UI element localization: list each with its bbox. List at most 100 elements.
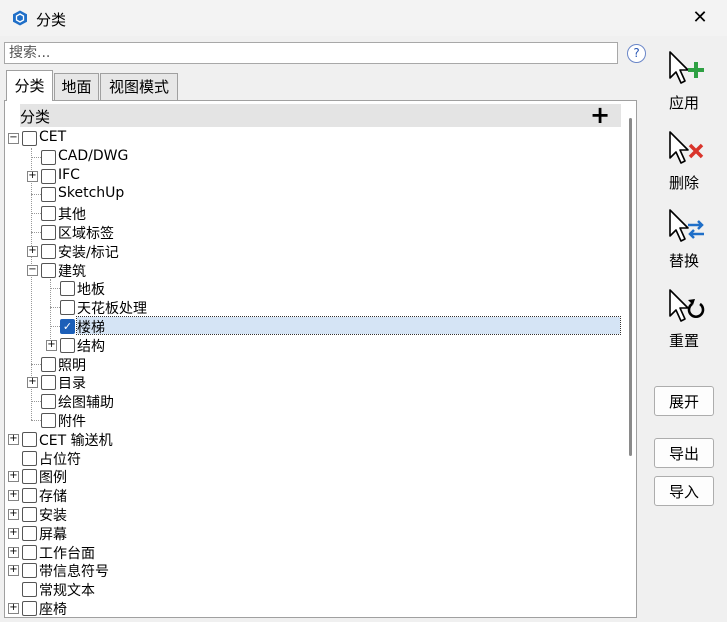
tab-view-mode[interactable]: 视图模式	[100, 73, 178, 100]
collapse-icon[interactable]: −	[27, 265, 38, 276]
tree-row[interactable]: 区域标签	[0, 223, 630, 242]
expand-icon[interactable]: +	[8, 434, 19, 445]
apply-tool[interactable]: 应用	[652, 48, 716, 113]
tab-category[interactable]: 分类	[6, 70, 53, 101]
tree-row[interactable]: SketchUp	[0, 185, 630, 204]
replace-tool[interactable]: 替换	[652, 206, 716, 271]
expand-icon[interactable]: +	[46, 340, 57, 351]
tree-row[interactable]: 占位符	[0, 449, 630, 468]
tree-item-checkbox[interactable]	[22, 601, 37, 616]
tree-row[interactable]: + 屏幕	[0, 524, 630, 543]
expand-button[interactable]: 展开	[654, 386, 714, 416]
tree-row[interactable]: 常规文本	[0, 580, 630, 599]
expand-icon[interactable]: +	[27, 171, 38, 182]
tree-item-checkbox[interactable]	[22, 526, 37, 541]
tab-floor[interactable]: 地面	[54, 73, 99, 100]
tree-row[interactable]: + CET 输送机	[0, 430, 630, 449]
tree-item-checkbox[interactable]	[41, 187, 56, 202]
expand-icon[interactable]: +	[8, 603, 19, 614]
expand-icon[interactable]: +	[8, 509, 19, 520]
tree-row[interactable]: 附件	[0, 411, 630, 430]
help-icon[interactable]: ?	[627, 44, 646, 63]
tree-row[interactable]: 其他	[0, 204, 630, 223]
tree-row[interactable]: − CET	[0, 129, 630, 148]
tree-item-checkbox[interactable]	[41, 206, 56, 221]
collapse-icon[interactable]: −	[8, 133, 19, 144]
tree-row[interactable]: + 带信息符号	[0, 561, 630, 580]
tree-item-label: CET 输送机	[39, 433, 113, 449]
tree-item-checkbox[interactable]	[22, 488, 37, 503]
tree-item-label: 安装	[39, 508, 67, 524]
tree-connector	[50, 326, 60, 327]
tree-item-checkbox[interactable]	[60, 281, 75, 296]
tree-item-checkbox[interactable]	[22, 545, 37, 560]
import-button[interactable]: 导入	[654, 476, 714, 506]
tree-item-checkbox[interactable]	[22, 507, 37, 522]
tree-row[interactable]: + 图例	[0, 467, 630, 486]
tree-item-label: 占位符	[39, 452, 81, 468]
export-button[interactable]: 导出	[654, 438, 714, 468]
tree-connector	[31, 213, 41, 214]
cursor-reset-icon	[669, 289, 705, 322]
tree-item-label: CAD/DWG	[58, 148, 129, 164]
tree-item-checkbox[interactable]	[22, 432, 37, 447]
tree-row[interactable]: ✓ 楼梯	[0, 316, 630, 336]
tree-connector	[31, 420, 41, 421]
expand-icon[interactable]: +	[27, 246, 38, 257]
tree-row[interactable]: + 座椅	[0, 599, 630, 618]
tree-row[interactable]: + 存储	[0, 486, 630, 505]
reset-tool[interactable]: 重置	[652, 286, 716, 351]
tree-row[interactable]: + 结构	[0, 336, 630, 355]
close-icon[interactable]: ✕	[688, 6, 712, 30]
tree-row[interactable]: 天花板处理	[0, 298, 630, 317]
tree-item-checkbox[interactable]	[22, 582, 37, 597]
tree-row[interactable]: + 工作台面	[0, 543, 630, 562]
tree-row[interactable]: + 安装	[0, 505, 630, 524]
tree-connector	[31, 401, 41, 402]
tree-item-checkbox[interactable]	[41, 150, 56, 165]
search-input[interactable]	[4, 42, 618, 64]
expand-icon[interactable]: +	[27, 377, 38, 388]
tree-item-checkbox[interactable]	[41, 263, 56, 278]
tree-connector	[31, 364, 41, 365]
expand-icon[interactable]: +	[8, 547, 19, 558]
tree-row[interactable]: 地板	[0, 279, 630, 298]
tree-row[interactable]: CAD/DWG	[0, 148, 630, 167]
tree-item-label: 绘图辅助	[58, 395, 114, 411]
tree-row[interactable]: − 建筑	[0, 261, 630, 280]
tree-item-label: 座椅	[39, 602, 67, 618]
tree-row[interactable]: 照明	[0, 355, 630, 374]
tree-item-checkbox[interactable]	[41, 357, 56, 372]
tree-row[interactable]: + IFC	[0, 167, 630, 186]
tree-row[interactable]: + 安装/标记	[0, 242, 630, 261]
tree-item-label: 图例	[39, 470, 67, 486]
expand-icon[interactable]: +	[8, 565, 19, 576]
cursor-replace-icon	[669, 209, 704, 242]
tree-header-label: 分类	[20, 108, 51, 126]
expand-icon[interactable]: +	[8, 490, 19, 501]
expand-icon[interactable]: +	[8, 471, 19, 482]
tree-item-checkbox[interactable]	[60, 300, 75, 315]
tree-item-checkbox[interactable]	[22, 469, 37, 484]
tree-item-checkbox[interactable]	[22, 451, 37, 466]
tree-item-checkbox[interactable]	[41, 225, 56, 240]
tree-row[interactable]: 绘图辅助	[0, 392, 630, 411]
tree-row[interactable]: + 目录	[0, 373, 630, 392]
tree-item-label: SketchUp	[58, 185, 125, 201]
tree-item-checkbox[interactable]	[41, 375, 56, 390]
tree-item-label: 目录	[58, 376, 86, 392]
cursor-delete-icon	[669, 131, 704, 164]
tree-item-checkbox[interactable]	[41, 394, 56, 409]
tree-item-checkbox[interactable]	[41, 244, 56, 259]
tree-item-checkbox[interactable]: ✓	[60, 319, 75, 334]
delete-tool[interactable]: 删除	[652, 128, 716, 193]
tree-item-label: 常规文本	[39, 583, 95, 599]
tree-item-checkbox[interactable]	[41, 413, 56, 428]
add-category-button[interactable]: +	[590, 101, 610, 129]
tree-item-checkbox[interactable]	[22, 563, 37, 578]
expand-icon[interactable]: +	[8, 528, 19, 539]
tree-connector	[50, 307, 60, 308]
tree-item-checkbox[interactable]	[22, 131, 37, 146]
tree-item-checkbox[interactable]	[41, 169, 56, 184]
tree-item-checkbox[interactable]	[60, 338, 75, 353]
